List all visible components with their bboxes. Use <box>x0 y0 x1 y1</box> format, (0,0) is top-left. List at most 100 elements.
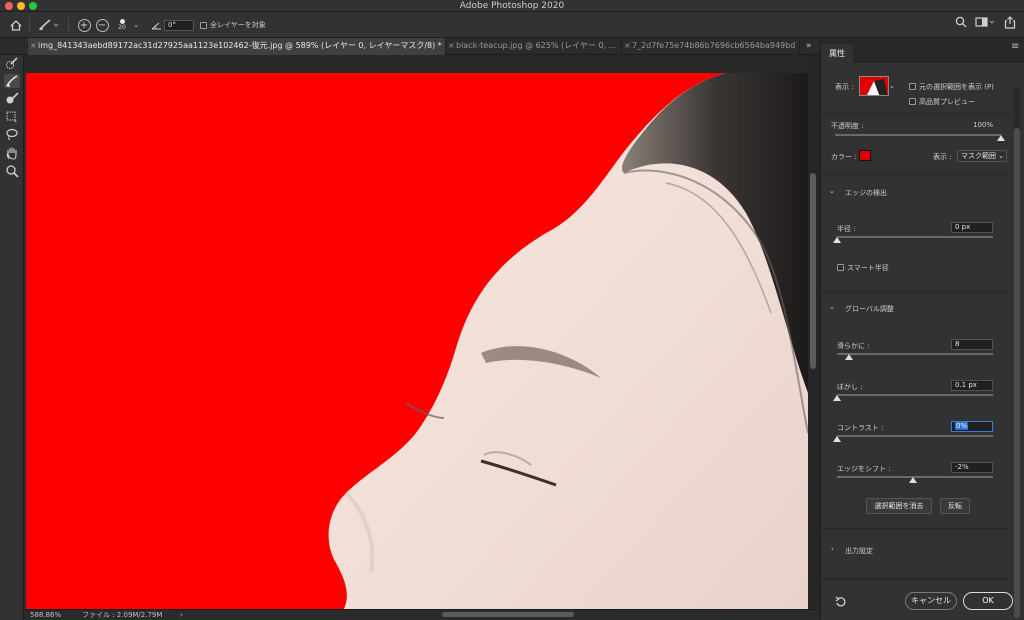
invert-button[interactable]: 反転 <box>940 498 970 514</box>
hq-preview-label: 高品質プレビュー <box>919 98 975 106</box>
zoom-tool-icon[interactable] <box>4 164 20 178</box>
cancel-button[interactable]: キャンセル <box>905 592 957 610</box>
app-title: Adobe Photoshop 2020 <box>459 1 565 11</box>
feather-slider-knob[interactable] <box>833 395 841 401</box>
radius-slider-track[interactable] <box>837 236 993 238</box>
object-selection-tool-icon[interactable] <box>4 110 20 124</box>
horizontal-scrollbar-thumb[interactable] <box>442 612 574 617</box>
tab-label: black-teacup.jpg @ 625% (レイヤー 0, ... <box>456 41 617 50</box>
contrast-slider-knob[interactable] <box>833 436 841 442</box>
shift-edge-input[interactable]: -2% <box>951 462 993 473</box>
global-refinement-title[interactable]: グローバル調整 <box>845 304 894 314</box>
status-menu-arrow[interactable]: › <box>180 610 183 620</box>
clear-selection-button[interactable]: 選択範囲を消去 <box>866 498 932 514</box>
smooth-label: 滑らかに : <box>837 342 870 350</box>
view-mode-label: 表示 : <box>835 83 854 91</box>
lasso-tool-icon[interactable] <box>4 128 20 142</box>
tab-properties[interactable]: 属性 <box>821 44 853 62</box>
zoom-level[interactable]: 588.86% <box>30 610 61 620</box>
contrast-label: コントラスト : <box>837 424 884 432</box>
contrast-input[interactable]: 0% <box>951 421 993 432</box>
smooth-slider-knob[interactable] <box>845 354 854 360</box>
ok-button[interactable]: OK <box>963 592 1013 610</box>
scrollbar-thumb[interactable] <box>810 173 816 369</box>
tab-document-1[interactable]: × img_841343aebd89172ac31d27925aa1123e10… <box>28 38 446 55</box>
tab-document-3[interactable]: × 7_2d7fe75e74b86b7696cb6564ba949bd <box>622 38 800 55</box>
smart-radius-checkbox[interactable] <box>837 264 844 271</box>
display-mode-value: マスク範囲 <box>961 152 996 160</box>
opacity-slider-knob[interactable] <box>997 135 1005 141</box>
hand-tool-icon[interactable] <box>4 146 20 160</box>
contrast-slider-track[interactable] <box>837 435 993 437</box>
display-label: 表示 : <box>933 153 952 161</box>
chevron-right-icon[interactable]: › <box>831 545 834 553</box>
brush-tool-icon[interactable] <box>4 92 20 106</box>
panel-tab-bar: 属性 ≡ <box>821 38 1024 62</box>
panel-menu-icon[interactable]: ≡ <box>1011 41 1019 52</box>
chevron-down-icon[interactable]: ⌄ <box>829 303 835 311</box>
options-bar: + − 20 ⌄ 0° 全レイヤーを対象 <box>0 12 1024 38</box>
opacity-label: 不透明度 : <box>831 122 864 130</box>
smart-radius-label: スマート半径 <box>847 264 889 272</box>
close-tab-icon[interactable]: × <box>448 38 455 54</box>
title-bar: Adobe Photoshop 2020 <box>0 0 1024 12</box>
smooth-slider-track[interactable] <box>837 353 993 355</box>
tab-document-2[interactable]: × black-teacup.jpg @ 625% (レイヤー 0, ... <box>446 38 622 55</box>
panel-scrollbar-thumb[interactable] <box>1014 128 1020 618</box>
mask-color-swatch[interactable] <box>859 150 871 161</box>
shift-edge-slider-knob[interactable] <box>909 477 918 483</box>
face-mask-preview <box>328 73 808 609</box>
quick-selection-tool-icon[interactable] <box>4 56 20 70</box>
share-icon[interactable] <box>1004 16 1018 34</box>
angle-icon <box>150 16 162 34</box>
output-settings-title[interactable]: 出力設定 <box>845 546 873 556</box>
shift-edge-label: エッジをシフト : <box>837 465 891 473</box>
feather-label: ぼかし : <box>837 383 863 391</box>
document-image[interactable] <box>26 73 808 609</box>
reset-icon[interactable] <box>835 596 847 610</box>
feather-input[interactable]: 0.1 px <box>951 380 993 391</box>
status-bar: 588.86% ファイル : 2.09M/2.79M › <box>24 609 820 620</box>
show-original-checkbox[interactable] <box>909 83 916 90</box>
display-mode-select[interactable]: マスク範囲 ⌄ <box>957 150 1007 162</box>
tab-label: img_841343aebd89172ac31d27925aa1123e1024… <box>38 41 442 50</box>
opacity-slider-track[interactable] <box>835 134 1001 136</box>
refine-edge-brush-preset-icon[interactable] <box>35 16 61 34</box>
radius-slider-knob[interactable] <box>833 237 841 243</box>
opacity-value[interactable]: 100% <box>973 121 993 129</box>
chevron-down-icon: ⌄ <box>998 152 1004 160</box>
workspace-switcher-icon[interactable] <box>975 16 997 34</box>
canvas-vertical-scrollbar[interactable] <box>808 55 820 607</box>
color-label: カラー : <box>831 153 857 161</box>
tools-panel: ›› <box>0 38 24 620</box>
panel-scrollbar[interactable] <box>1014 88 1020 618</box>
refine-edge-brush-tool-icon[interactable] <box>4 74 20 88</box>
close-tab-icon[interactable]: × <box>30 38 37 54</box>
angle-input[interactable]: 0° <box>164 20 194 31</box>
search-icon[interactable] <box>955 16 969 34</box>
smooth-input[interactable]: 8 <box>951 339 993 350</box>
contrast-value: 0% <box>955 422 969 430</box>
separator <box>29 18 30 32</box>
divider <box>821 174 1011 175</box>
expand-detection-area-button[interactable]: + <box>77 16 91 34</box>
show-original-label: 元の選択範囲を表示 (P) <box>919 83 994 91</box>
hq-preview-checkbox[interactable] <box>909 98 916 105</box>
restore-original-edge-button[interactable]: − <box>95 16 109 34</box>
close-tab-icon[interactable]: × <box>624 38 631 54</box>
file-size-info: ファイル : 2.09M/2.79M <box>82 611 163 619</box>
brush-size-value: 20 <box>118 24 126 31</box>
chevron-down-icon[interactable]: ⌄ <box>889 82 895 90</box>
document-tab-bar: × img_841343aebd89172ac31d27925aa1123e10… <box>0 38 820 55</box>
edge-detection-title[interactable]: エッジの検出 <box>845 188 887 198</box>
feather-slider-track[interactable] <box>837 394 993 396</box>
chevron-down-icon[interactable]: ⌄ <box>131 16 141 34</box>
chevron-down-icon[interactable]: ⌄ <box>829 187 835 195</box>
sample-all-layers-label: 全レイヤーを対象 <box>210 21 266 29</box>
view-mode-thumbnail[interactable] <box>859 76 889 96</box>
radius-input[interactable]: 0 px <box>951 222 993 233</box>
tab-overflow-icon[interactable]: » <box>806 38 812 54</box>
home-icon[interactable] <box>7 16 25 34</box>
sample-all-layers-checkbox[interactable]: 全レイヤーを対象 <box>200 16 270 34</box>
brush-size-picker[interactable]: 20 <box>114 16 130 34</box>
